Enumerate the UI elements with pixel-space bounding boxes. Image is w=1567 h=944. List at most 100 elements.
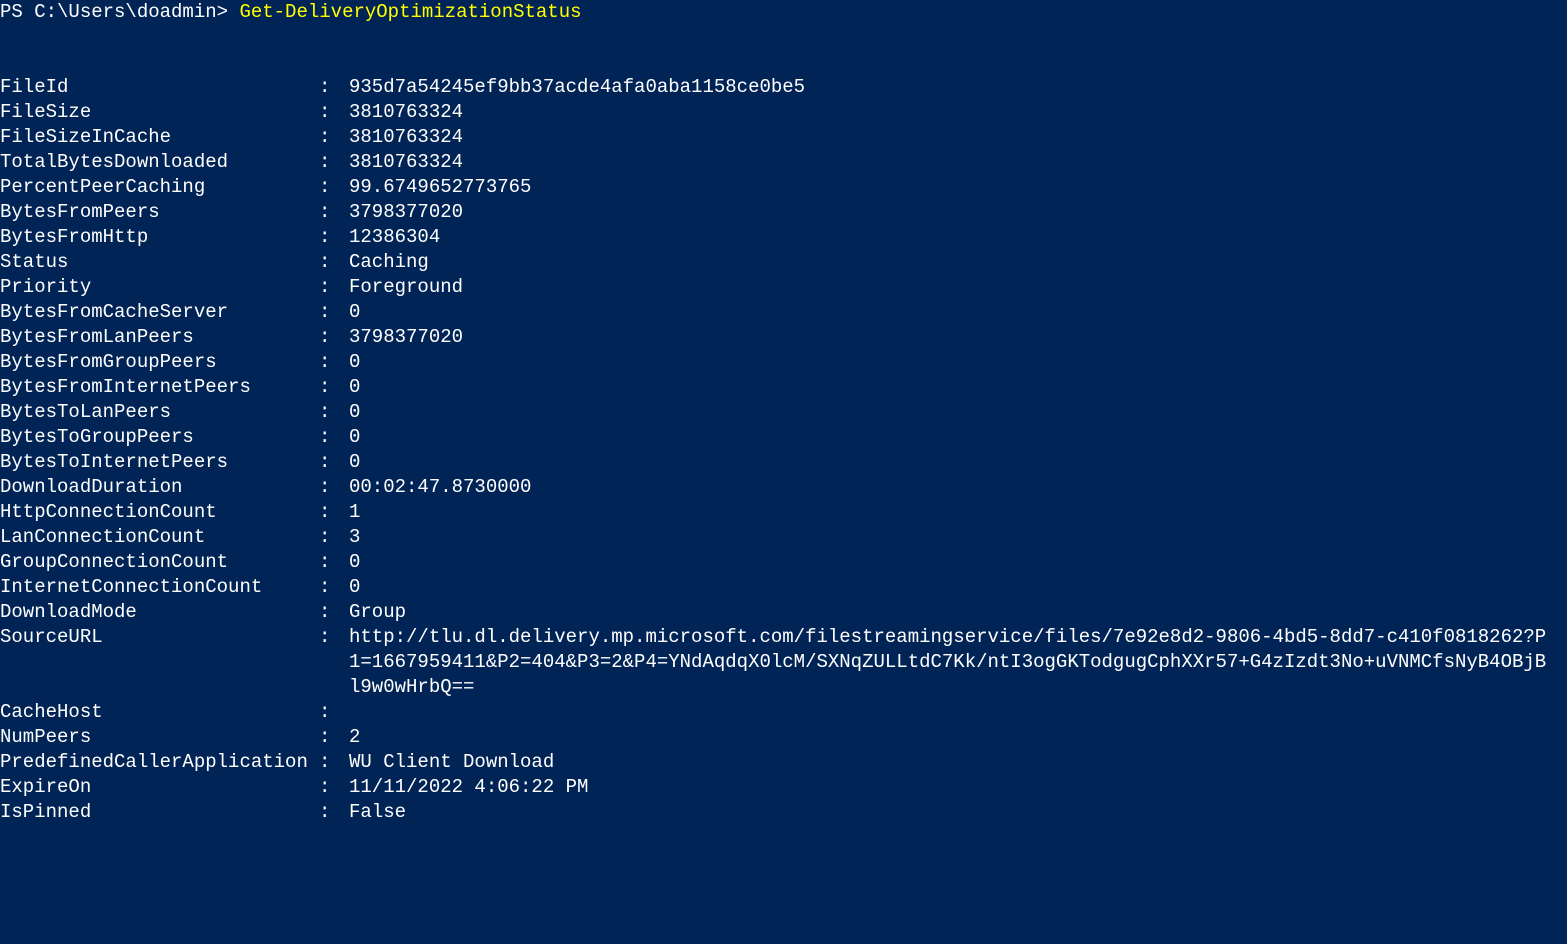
output-key: BytesToGroupPeers xyxy=(0,425,319,450)
output-value: WU Client Download xyxy=(349,750,554,775)
output-key: BytesFromInternetPeers xyxy=(0,375,319,400)
output-value: 12386304 xyxy=(349,225,440,250)
command-text: Get-DeliveryOptimizationStatus xyxy=(239,1,581,23)
output-separator: : xyxy=(319,100,349,125)
output-row: PercentPeerCaching: 99.6749652773765 xyxy=(0,175,1567,200)
output-separator: : xyxy=(319,200,349,225)
output-separator: : xyxy=(319,550,349,575)
output-value: 935d7a54245ef9bb37acde4afa0aba1158ce0be5 xyxy=(349,75,805,100)
output-value: 3 xyxy=(349,525,360,550)
output-separator: : xyxy=(319,625,349,650)
output-row: BytesFromInternetPeers: 0 xyxy=(0,375,1567,400)
output-row: Priority: Foreground xyxy=(0,275,1567,300)
output-key: InternetConnectionCount xyxy=(0,575,319,600)
output-separator: : xyxy=(319,525,349,550)
output-row: BytesFromCacheServer: 0 xyxy=(0,300,1567,325)
output-key: Status xyxy=(0,250,319,275)
output-separator: : xyxy=(319,425,349,450)
output-value: 3810763324 xyxy=(349,125,463,150)
output-row: BytesFromGroupPeers: 0 xyxy=(0,350,1567,375)
output-key: GroupConnectionCount xyxy=(0,550,319,575)
output-row: NumPeers: 2 xyxy=(0,725,1567,750)
output-row: BytesFromLanPeers: 3798377020 xyxy=(0,325,1567,350)
output-row: IsPinned: False xyxy=(0,800,1567,825)
output-row: FileSizeInCache: 3810763324 xyxy=(0,125,1567,150)
output-value: 0 xyxy=(349,400,360,425)
output-key: FileId xyxy=(0,75,319,100)
output-key: DownloadDuration xyxy=(0,475,319,500)
output-separator: : xyxy=(319,325,349,350)
output-key: BytesFromPeers xyxy=(0,200,319,225)
output-separator: : xyxy=(319,150,349,175)
powershell-terminal[interactable]: PS C:\Users\doadmin> Get-DeliveryOptimiz… xyxy=(0,0,1567,825)
output-key: TotalBytesDownloaded xyxy=(0,150,319,175)
output-separator: : xyxy=(319,500,349,525)
output-key: BytesToInternetPeers xyxy=(0,450,319,475)
output-separator: : xyxy=(319,575,349,600)
output-key: DownloadMode xyxy=(0,600,319,625)
output-value: Group xyxy=(349,600,406,625)
output-key: PredefinedCallerApplication xyxy=(0,750,319,775)
output-separator: : xyxy=(319,300,349,325)
output-separator: : xyxy=(319,375,349,400)
output-row: Status: Caching xyxy=(0,250,1567,275)
output-separator: : xyxy=(319,725,349,750)
output-row: FileSize: 3810763324 xyxy=(0,100,1567,125)
output-separator: : xyxy=(319,400,349,425)
output-value: 99.6749652773765 xyxy=(349,175,531,200)
output-value: 0 xyxy=(349,450,360,475)
output-value: Foreground xyxy=(349,275,463,300)
output-key: HttpConnectionCount xyxy=(0,500,319,525)
output-row: ExpireOn: 11/11/2022 4:06:22 PM xyxy=(0,775,1567,800)
output-value: 2 xyxy=(349,725,360,750)
output-value: 0 xyxy=(349,550,360,575)
output-key: ExpireOn xyxy=(0,775,319,800)
output-value: 3798377020 xyxy=(349,200,463,225)
output-row: HttpConnectionCount: 1 xyxy=(0,500,1567,525)
output-separator: : xyxy=(319,700,349,725)
output-separator: : xyxy=(319,600,349,625)
output-value: False xyxy=(349,800,406,825)
output-key: IsPinned xyxy=(0,800,319,825)
output-separator: : xyxy=(319,225,349,250)
output-row: DownloadDuration: 00:02:47.8730000 xyxy=(0,475,1567,500)
output-key: BytesFromGroupPeers xyxy=(0,350,319,375)
output-key: PercentPeerCaching xyxy=(0,175,319,200)
output-row: LanConnectionCount: 3 xyxy=(0,525,1567,550)
output-row: SourceURL: http://tlu.dl.delivery.mp.mic… xyxy=(0,625,1567,700)
output-key: CacheHost xyxy=(0,700,319,725)
output-separator: : xyxy=(319,800,349,825)
output-value: 0 xyxy=(349,575,360,600)
output-value: 0 xyxy=(349,300,360,325)
output-separator: : xyxy=(319,75,349,100)
output-separator: : xyxy=(319,750,349,775)
output-row: BytesToGroupPeers: 0 xyxy=(0,425,1567,450)
output-key: BytesToLanPeers xyxy=(0,400,319,425)
output-value: Caching xyxy=(349,250,429,275)
output-value: 00:02:47.8730000 xyxy=(349,475,531,500)
output-separator: : xyxy=(319,475,349,500)
output-value: 0 xyxy=(349,350,360,375)
output-row: BytesFromHttp: 12386304 xyxy=(0,225,1567,250)
output-separator: : xyxy=(319,350,349,375)
output-separator: : xyxy=(319,275,349,300)
output-separator: : xyxy=(319,175,349,200)
output-key: FileSizeInCache xyxy=(0,125,319,150)
output-value: 1 xyxy=(349,500,360,525)
output-value: 3798377020 xyxy=(349,325,463,350)
output-row: TotalBytesDownloaded: 3810763324 xyxy=(0,150,1567,175)
output-row: DownloadMode: Group xyxy=(0,600,1567,625)
prompt-prefix: PS C:\Users\doadmin> xyxy=(0,1,239,23)
output-row: BytesFromPeers: 3798377020 xyxy=(0,200,1567,225)
output-key: BytesFromCacheServer xyxy=(0,300,319,325)
output-key: FileSize xyxy=(0,100,319,125)
output-row: InternetConnectionCount: 0 xyxy=(0,575,1567,600)
output-value: 0 xyxy=(349,375,360,400)
output-row: FileId: 935d7a54245ef9bb37acde4afa0aba11… xyxy=(0,75,1567,100)
output-value: 0 xyxy=(349,425,360,450)
output-row: BytesToLanPeers: 0 xyxy=(0,400,1567,425)
output-key: SourceURL xyxy=(0,625,319,650)
output-key: BytesFromHttp xyxy=(0,225,319,250)
output-value: 11/11/2022 4:06:22 PM xyxy=(349,775,588,800)
output-separator: : xyxy=(319,250,349,275)
